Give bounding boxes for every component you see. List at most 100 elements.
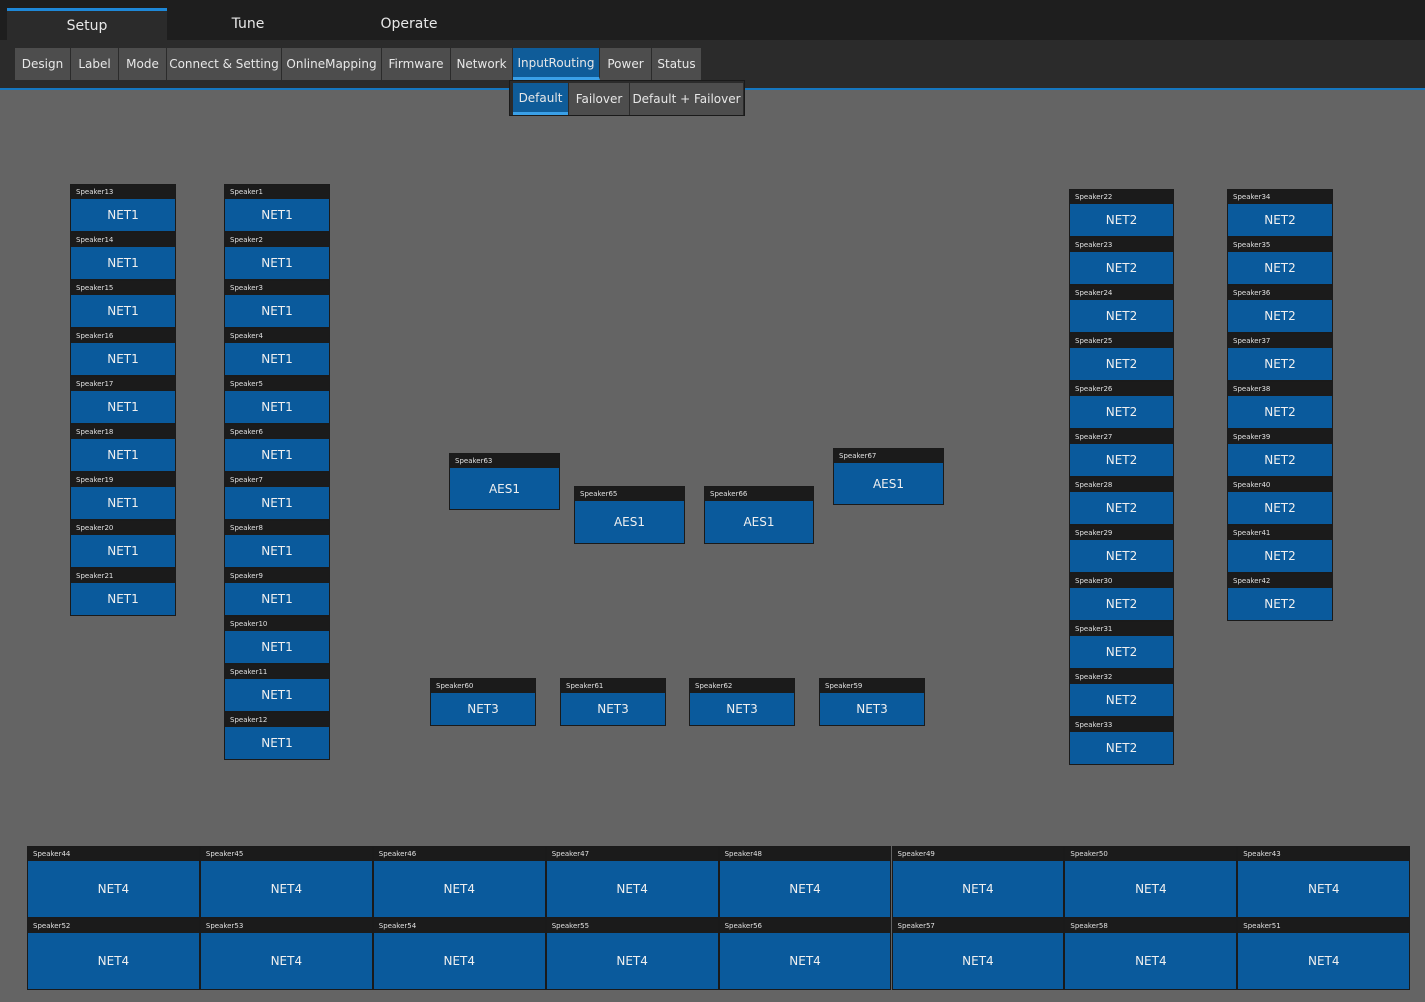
speaker-box[interactable]: Speaker57 NET4 [891, 918, 1065, 990]
input-source-label[interactable]: NET4 [892, 933, 1064, 989]
input-source-label[interactable]: NET1 [225, 631, 329, 663]
input-source-label[interactable]: NET3 [690, 693, 794, 725]
speaker-box[interactable]: Speaker24 NET2 [1069, 285, 1174, 333]
input-source-label[interactable]: NET1 [225, 535, 329, 567]
input-source-label[interactable]: NET2 [1070, 588, 1173, 620]
input-source-label[interactable]: NET2 [1228, 492, 1332, 524]
input-source-label[interactable]: NET2 [1228, 204, 1332, 236]
input-source-label[interactable]: NET4 [1065, 861, 1237, 917]
speaker-box[interactable]: Speaker9 NET1 [224, 568, 330, 616]
input-source-label[interactable]: AES1 [575, 501, 684, 543]
speaker-box[interactable]: Speaker23 NET2 [1069, 237, 1174, 285]
input-source-label[interactable]: NET2 [1228, 300, 1332, 332]
input-source-label[interactable]: NET2 [1228, 588, 1332, 620]
speaker-box[interactable]: Speaker56 NET4 [718, 918, 892, 990]
input-source-label[interactable]: NET2 [1070, 732, 1173, 764]
input-source-label[interactable]: NET3 [820, 693, 924, 725]
speaker-box[interactable]: Speaker60 NET3 [430, 678, 536, 726]
speaker-box[interactable]: Speaker19 NET1 [70, 472, 176, 520]
subtab-network[interactable]: Network [451, 48, 513, 80]
input-source-label[interactable]: NET1 [71, 199, 175, 231]
tab-setup[interactable]: Setup [7, 8, 167, 40]
speaker-box[interactable]: Speaker11 NET1 [224, 664, 330, 712]
input-source-label[interactable]: NET2 [1070, 636, 1173, 668]
input-source-label[interactable]: NET2 [1070, 300, 1173, 332]
input-source-label[interactable]: NET2 [1228, 348, 1332, 380]
speaker-box[interactable]: Speaker20 NET1 [70, 520, 176, 568]
input-source-label[interactable]: NET4 [719, 933, 891, 989]
speaker-box[interactable]: Speaker48 NET4 [718, 846, 892, 918]
input-source-label[interactable]: NET4 [719, 861, 891, 917]
subtab-power[interactable]: Power [600, 48, 652, 80]
input-source-label[interactable]: NET1 [71, 535, 175, 567]
speaker-box[interactable]: Speaker50 NET4 [1064, 846, 1238, 918]
input-source-label[interactable]: NET2 [1228, 540, 1332, 572]
speaker-box[interactable]: Speaker12 NET1 [224, 712, 330, 760]
speaker-box[interactable]: Speaker15 NET1 [70, 280, 176, 328]
speaker-box[interactable]: Speaker51 NET4 [1237, 918, 1411, 990]
input-source-label[interactable]: NET4 [1065, 933, 1237, 989]
input-source-label[interactable]: NET1 [71, 583, 175, 615]
input-source-label[interactable]: AES1 [834, 463, 943, 504]
input-source-label[interactable]: AES1 [450, 468, 559, 509]
input-source-label[interactable]: NET1 [225, 391, 329, 423]
option-default-failover[interactable]: Default + Failover [630, 83, 743, 115]
input-source-label[interactable]: NET2 [1070, 204, 1173, 236]
speaker-box[interactable]: Speaker62 NET3 [689, 678, 795, 726]
speaker-box[interactable]: Speaker53 NET4 [199, 918, 373, 990]
input-source-label[interactable]: NET4 [1238, 861, 1410, 917]
speaker-box[interactable]: Speaker46 NET4 [372, 846, 546, 918]
speaker-box[interactable]: Speaker42 NET2 [1227, 573, 1333, 621]
speaker-box[interactable]: Speaker13 NET1 [70, 184, 176, 232]
input-source-label[interactable]: NET4 [200, 933, 372, 989]
speaker-box[interactable]: Speaker43 NET4 [1237, 846, 1411, 918]
subtab-status[interactable]: Status [652, 48, 702, 80]
input-source-label[interactable]: NET1 [71, 247, 175, 279]
input-source-label[interactable]: NET2 [1070, 540, 1173, 572]
speaker-box[interactable]: Speaker25 NET2 [1069, 333, 1174, 381]
input-source-label[interactable]: NET1 [225, 487, 329, 519]
input-source-label[interactable]: NET4 [373, 861, 545, 917]
input-source-label[interactable]: NET4 [28, 933, 199, 989]
input-source-label[interactable]: NET1 [71, 343, 175, 375]
speaker-box[interactable]: Speaker29 NET2 [1069, 525, 1174, 573]
speaker-box[interactable]: Speaker44 NET4 [27, 846, 200, 918]
speaker-box[interactable]: Speaker54 NET4 [372, 918, 546, 990]
input-source-label[interactable]: NET4 [546, 933, 718, 989]
subtab-mode[interactable]: Mode [119, 48, 167, 80]
input-source-label[interactable]: NET1 [225, 295, 329, 327]
subtab-online-mapping[interactable]: OnlineMapping [282, 48, 382, 80]
subtab-firmware[interactable]: Firmware [382, 48, 451, 80]
input-source-label[interactable]: NET2 [1228, 396, 1332, 428]
speaker-box[interactable]: Speaker61 NET3 [560, 678, 666, 726]
input-source-label[interactable]: NET2 [1070, 252, 1173, 284]
input-source-label[interactable]: NET2 [1070, 684, 1173, 716]
speaker-box[interactable]: Speaker47 NET4 [545, 846, 719, 918]
speaker-box[interactable]: Speaker22 NET2 [1069, 189, 1174, 237]
speaker-box[interactable]: Speaker5 NET1 [224, 376, 330, 424]
input-source-label[interactable]: NET1 [225, 199, 329, 231]
input-source-label[interactable]: NET4 [1238, 933, 1410, 989]
speaker-box[interactable]: Speaker31 NET2 [1069, 621, 1174, 669]
speaker-box[interactable]: Speaker7 NET1 [224, 472, 330, 520]
input-source-label[interactable]: NET1 [71, 439, 175, 471]
speaker-box[interactable]: Speaker45 NET4 [199, 846, 373, 918]
input-source-label[interactable]: NET4 [892, 861, 1064, 917]
speaker-box[interactable]: Speaker30 NET2 [1069, 573, 1174, 621]
speaker-box[interactable]: Speaker14 NET1 [70, 232, 176, 280]
input-source-label[interactable]: NET1 [225, 343, 329, 375]
speaker-box[interactable]: Speaker67 AES1 [833, 448, 944, 505]
input-source-label[interactable]: NET1 [71, 295, 175, 327]
speaker-box[interactable]: Speaker21 NET1 [70, 568, 176, 616]
speaker-box[interactable]: Speaker39 NET2 [1227, 429, 1333, 477]
input-source-label[interactable]: NET2 [1228, 444, 1332, 476]
input-source-label[interactable]: NET4 [28, 861, 199, 917]
input-source-label[interactable]: NET1 [225, 727, 329, 759]
speaker-box[interactable]: Speaker66 AES1 [704, 486, 814, 544]
speaker-box[interactable]: Speaker17 NET1 [70, 376, 176, 424]
input-source-label[interactable]: NET1 [71, 487, 175, 519]
speaker-box[interactable]: Speaker38 NET2 [1227, 381, 1333, 429]
speaker-box[interactable]: Speaker32 NET2 [1069, 669, 1174, 717]
input-source-label[interactable]: NET4 [546, 861, 718, 917]
input-source-label[interactable]: NET2 [1070, 492, 1173, 524]
